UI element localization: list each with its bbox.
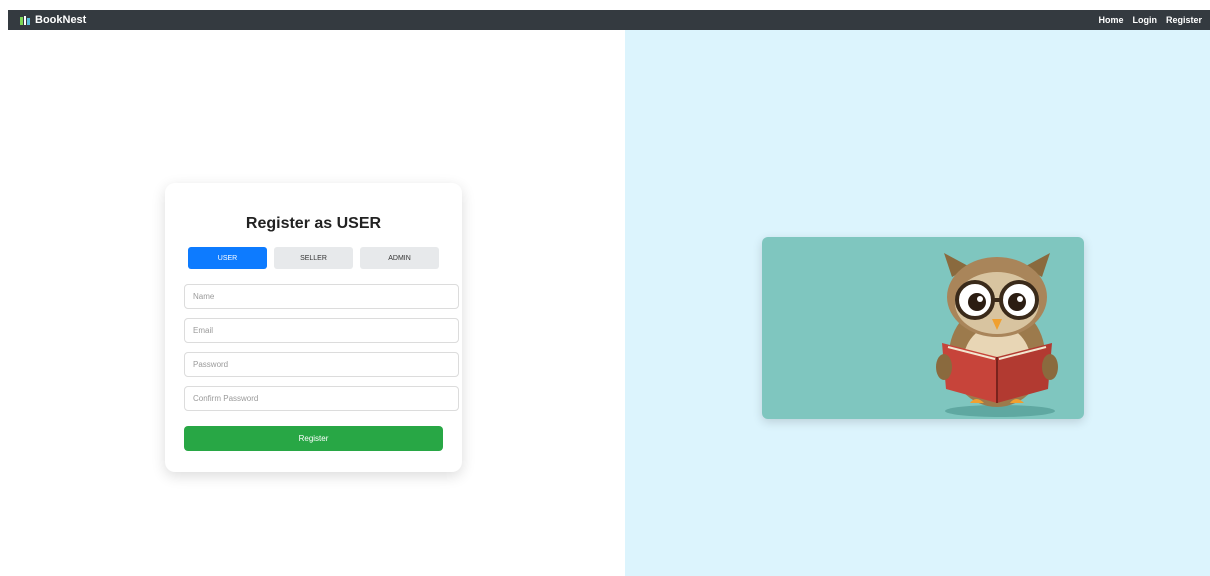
role-tab-user[interactable]: USER: [188, 247, 267, 269]
illustration-panel: [762, 237, 1084, 419]
nav-links: Home Login Register: [1098, 15, 1202, 25]
register-button[interactable]: Register: [184, 426, 443, 451]
form-title: Register as USER: [245, 215, 382, 232]
brand-name: BookNest: [35, 14, 87, 26]
nav-link-home[interactable]: Home: [1098, 15, 1123, 25]
navbar: BookNest Home Login Register: [8, 10, 1210, 30]
owl-reading-book-icon: [936, 253, 1058, 417]
nav-link-login[interactable]: Login: [1132, 15, 1157, 25]
register-card: Register as USER USER SELLER ADMIN Regis…: [165, 183, 462, 472]
email-input[interactable]: [184, 318, 459, 343]
brand[interactable]: BookNest: [20, 14, 86, 26]
name-input[interactable]: [184, 284, 459, 309]
password-input[interactable]: [184, 352, 459, 377]
role-tab-admin[interactable]: ADMIN: [360, 247, 439, 269]
role-tab-seller[interactable]: SELLER: [274, 247, 353, 269]
page: BookNest Home Login Register Register as…: [0, 0, 1210, 576]
role-tabs: USER SELLER ADMIN: [188, 247, 439, 269]
books-icon: [20, 15, 30, 25]
nav-link-register[interactable]: Register: [1166, 15, 1202, 25]
confirm-password-input[interactable]: [184, 386, 459, 411]
